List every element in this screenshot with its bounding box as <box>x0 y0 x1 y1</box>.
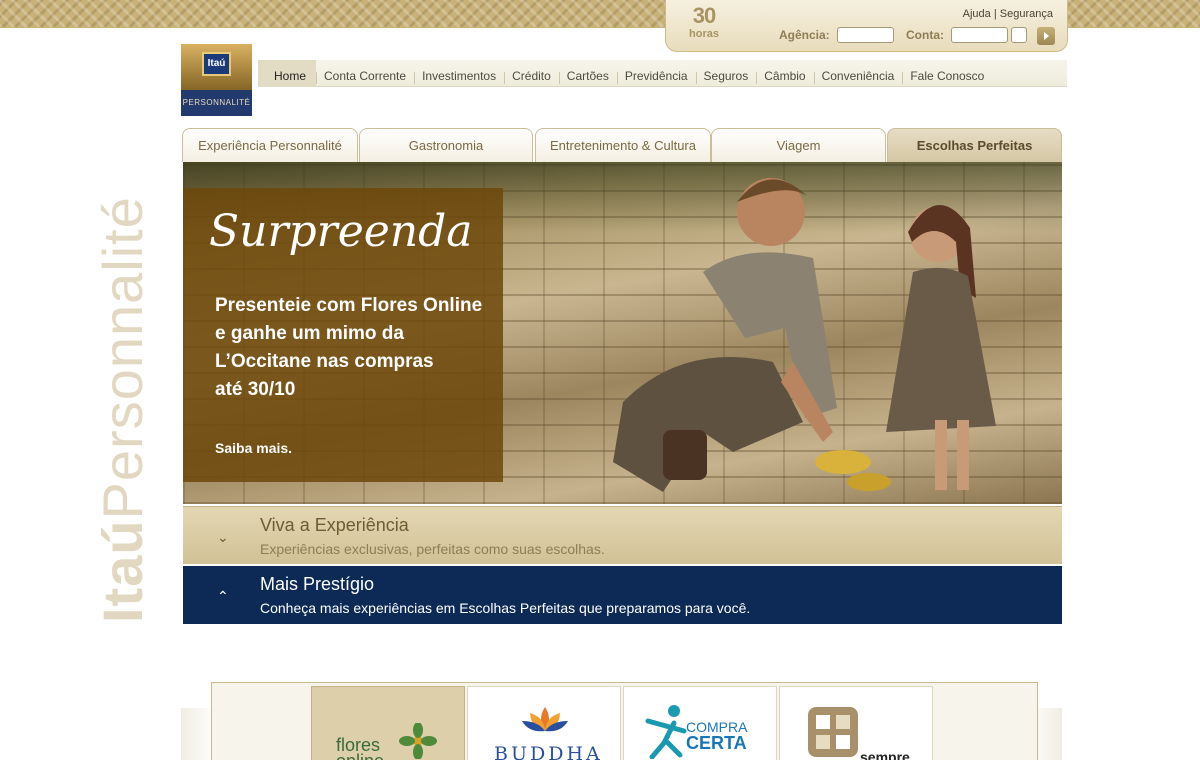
accordion-title: Mais Prestígio <box>260 574 375 594</box>
online-word: online <box>336 752 384 760</box>
chevron-down-icon[interactable]: ⌄ <box>217 529 229 546</box>
nav-item-home[interactable]: Home <box>258 60 317 87</box>
partner-logo-text: sempre <box>860 749 910 760</box>
tab-viagem[interactable]: Viagem <box>711 128 886 162</box>
tab-escolhas-perfeitas[interactable]: Escolhas Perfeitas <box>887 128 1062 162</box>
promo-script-title: Surpreenda <box>209 206 473 257</box>
badge-number: 30 <box>692 3 716 28</box>
30-hours-badge: 30 horas <box>684 3 724 41</box>
promo-line-4: até 30/10 <box>215 379 296 400</box>
accordion-subtitle: Experiências exclusivas, perfeitas como … <box>260 541 605 557</box>
brand-bold: Itaú <box>91 519 154 623</box>
logo-subtitle: PERSONNALITÉ <box>181 90 252 116</box>
nav-item-previdencia[interactable]: Previdência <box>616 60 696 87</box>
promo-line-1: Presenteie com Flores Online <box>215 295 483 316</box>
partner-logo-text: COMPRA CERTA <box>686 719 747 753</box>
tab-gastronomia[interactable]: Gastronomia <box>359 128 533 162</box>
hero-photo-people <box>613 178 996 492</box>
accordion-viva-experiencia[interactable]: ⌄ Viva a Experiência Experiências exclus… <box>183 506 1062 564</box>
account-digit-field[interactable] <box>1011 27 1027 43</box>
itau-logo-mark: Itaú <box>202 52 231 76</box>
partner-compra-certa[interactable]: COMPRA CERTA <box>623 686 777 760</box>
partner-sempre[interactable]: sempre <box>779 686 933 760</box>
help-link[interactable]: Ajuda <box>963 8 991 20</box>
nav-item-cartoes[interactable]: Cartões <box>558 60 617 87</box>
tab-experiencia-personnalite[interactable]: Experiência Personnalité <box>182 128 358 162</box>
nav-item-conveniencia[interactable]: Conveniência <box>813 60 903 87</box>
promo-line-2: e ganhe um mimo da <box>215 323 404 344</box>
utility-links: Ajuda | Segurança <box>963 8 1053 20</box>
main-nav: Home Conta Corrente Investimentos Crédit… <box>258 60 1067 87</box>
certa-word: CERTA <box>686 733 747 753</box>
saiba-mais-link[interactable]: Saiba mais. <box>215 440 292 456</box>
accordion-subtitle: Conheça mais experiências em Escolhas Pe… <box>260 600 751 616</box>
itau-personnalite-logo[interactable]: Itaú PERSONNALITÉ <box>181 44 252 116</box>
util-separator: | <box>993 8 997 20</box>
nav-item-seguros[interactable]: Seguros <box>695 60 757 87</box>
category-tabs: Experiência Personnalité Gastronomia Ent… <box>182 128 1062 162</box>
promo-text: Presenteie com Flores Online e ganhe um … <box>215 292 495 404</box>
promo-line-3: L’Occitane nas compras <box>215 351 434 372</box>
partner-buddha[interactable]: BUDDHA <box>467 686 621 760</box>
vertical-brand-watermark: ItaúPersonnalité <box>91 196 154 623</box>
person-figure-icon <box>645 705 687 759</box>
nav-item-cambio[interactable]: Câmbio <box>756 60 813 87</box>
brand-light: Personnalité <box>91 196 154 520</box>
sempre-logo-icon <box>808 707 858 757</box>
account-field[interactable] <box>951 27 1008 43</box>
login-submit-button[interactable] <box>1037 27 1055 45</box>
partner-flores-online[interactable]: flores online <box>311 686 465 760</box>
agency-field[interactable] <box>837 27 894 43</box>
nav-item-fale-conosco[interactable]: Fale Conosco <box>902 60 992 87</box>
nav-item-conta-corrente[interactable]: Conta Corrente <box>316 60 414 87</box>
hero-banner[interactable]: Surpreenda Presenteie com Flores Online … <box>183 162 1062 504</box>
lotus-icon <box>522 707 568 732</box>
account-label: Conta: <box>906 28 944 42</box>
partners-carousel: flores online BUDDHA COMPRA CERTA <box>211 682 1038 760</box>
agency-label: Agência: <box>779 28 830 42</box>
login-box: 30 horas Ajuda | Segurança Agência: Cont… <box>665 0 1068 52</box>
security-link[interactable]: Segurança <box>1000 8 1053 20</box>
chevron-up-icon[interactable]: ⌃ <box>217 588 229 605</box>
partner-logo-text: BUDDHA <box>494 743 603 760</box>
nav-item-investimentos[interactable]: Investimentos <box>414 60 504 87</box>
nav-item-credito[interactable]: Crédito <box>504 60 559 87</box>
flower-icon <box>399 723 437 759</box>
partner-logo-text: flores online <box>336 736 384 760</box>
accordion-title: Viva a Experiência <box>260 515 409 535</box>
promo-panel: Surpreenda Presenteie com Flores Online … <box>183 188 503 482</box>
badge-unit: horas <box>689 28 719 40</box>
accordion-mais-prestigio[interactable]: ⌃ Mais Prestígio Conheça mais experiênci… <box>183 566 1062 624</box>
tab-entretenimento-cultura[interactable]: Entretenimento & Cultura <box>535 128 711 162</box>
